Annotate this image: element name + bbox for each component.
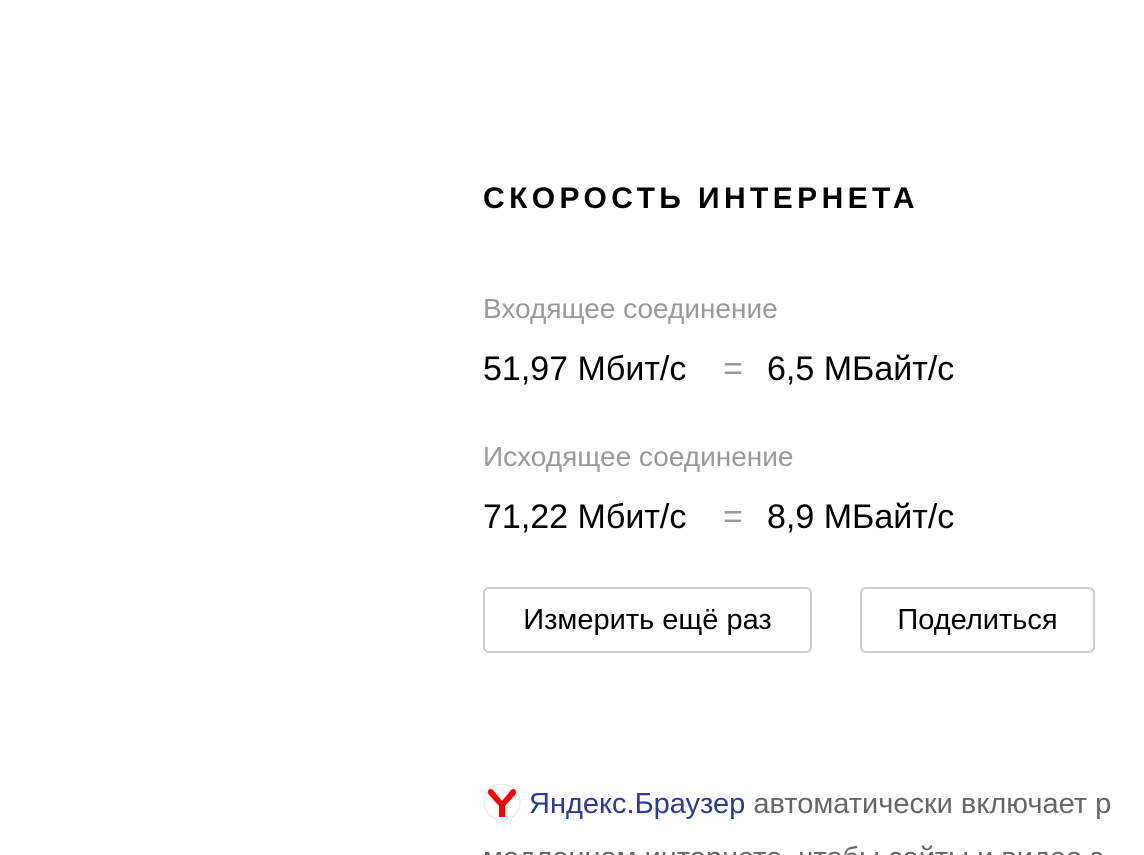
yandex-browser-link[interactable]: Яндекс.Браузер [529,788,745,820]
outgoing-equals-sign: = [723,498,743,536]
incoming-mbyte-value: 6,5 МБайт/с [767,350,955,388]
yandex-browser-icon [483,784,521,821]
incoming-mbit-value: 51,97 Мбит/с [483,350,687,388]
share-button[interactable]: Поделиться [860,587,1095,653]
outgoing-mbit-value: 71,22 Мбит/с [483,498,687,536]
outgoing-mbyte-value: 8,9 МБайт/с [767,498,955,536]
incoming-label: Входящее соединение [483,293,778,324]
outgoing-label: Исходящее соединение [483,441,794,472]
remeasure-button[interactable]: Измерить ещё раз [483,587,812,653]
promo-text: автоматически включает р [745,788,1112,820]
page-title: СКОРОСТЬ ИНТЕРНЕТА [483,182,919,215]
incoming-equals-sign: = [723,350,743,388]
browser-promo: Яндекс.Браузер автоматически включает р [483,784,1144,824]
speed-test-panel: СКОРОСТЬ ИНТЕРНЕТА Входящее соединение 5… [483,0,1144,855]
promo-text-line2-content: медленном интернете, чтобы сайты и видео… [483,842,1103,855]
promo-text-line2: медленном интернете, чтобы сайты и видео… [483,838,1144,855]
